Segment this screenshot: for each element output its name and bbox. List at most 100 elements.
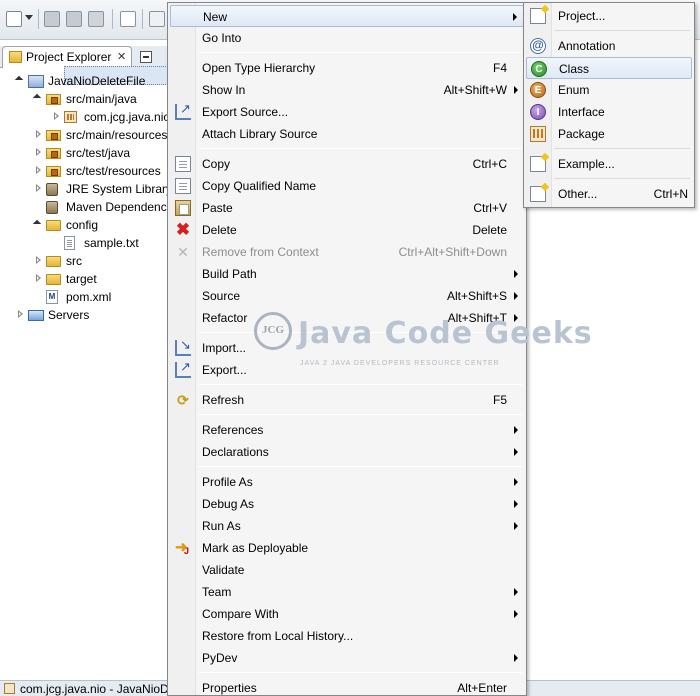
submenu-item-other[interactable]: Other... Ctrl+N bbox=[526, 183, 692, 205]
menu-item-source[interactable]: Source Alt+Shift+S bbox=[170, 285, 524, 307]
menu-item-import[interactable]: Import... bbox=[170, 337, 524, 359]
menu-item-open-type-hierarchy[interactable]: Open Type Hierarchy F4 bbox=[170, 57, 524, 79]
new-wizard-icon[interactable] bbox=[6, 11, 22, 27]
menu-item-show-in[interactable]: Show In Alt+Shift+W bbox=[170, 79, 524, 101]
expand-twistie-icon[interactable] bbox=[34, 130, 43, 139]
interface-icon: I bbox=[530, 104, 546, 120]
submenu-item-enum[interactable]: E Enum bbox=[526, 79, 692, 101]
submenu-arrow-icon bbox=[514, 522, 518, 530]
menu-item-label: Refactor bbox=[202, 311, 248, 325]
tab-label: Project Explorer bbox=[26, 50, 112, 64]
menu-item-label: Export Source... bbox=[202, 105, 289, 119]
submenu-item-package[interactable]: Package bbox=[526, 123, 692, 145]
menu-item-delete[interactable]: ✖ Delete Delete bbox=[170, 219, 524, 241]
menu-item-label: Mark as Deployable bbox=[202, 541, 309, 555]
submenu-item-example[interactable]: Example... bbox=[526, 153, 692, 175]
menu-item-label: Validate bbox=[202, 563, 245, 577]
expand-twistie-icon[interactable] bbox=[34, 148, 43, 157]
menu-item-label: Delete bbox=[202, 223, 237, 237]
expand-twistie-icon[interactable] bbox=[34, 274, 43, 283]
menu-item-copy-qualified-name[interactable]: Copy Qualified Name bbox=[170, 175, 524, 197]
package-icon bbox=[64, 111, 77, 123]
submenu-arrow-icon bbox=[514, 478, 518, 486]
menu-item-label: Team bbox=[202, 585, 232, 599]
toolbar-separator bbox=[112, 9, 113, 29]
collapse-twistie-icon[interactable] bbox=[34, 94, 43, 103]
submenu-arrow-icon bbox=[514, 588, 518, 596]
menu-item-restore-from-local-history[interactable]: Restore from Local History... bbox=[170, 625, 524, 647]
menu-item-shortcut: F4 bbox=[492, 61, 507, 75]
menu-item-run-as[interactable]: Run As bbox=[170, 515, 524, 537]
menu-item-export[interactable]: Export... bbox=[170, 359, 524, 381]
menu-item-refactor[interactable]: Refactor Alt+Shift+T bbox=[170, 307, 524, 329]
submenu-arrow-icon bbox=[514, 654, 518, 662]
save-icon[interactable] bbox=[44, 11, 60, 27]
copy-icon bbox=[175, 156, 191, 172]
menu-item-debug-as[interactable]: Debug As bbox=[170, 493, 524, 515]
tree-item-label: sample.txt bbox=[84, 236, 139, 250]
binary-toggle-icon[interactable] bbox=[120, 11, 136, 27]
expand-twistie-icon[interactable] bbox=[52, 112, 61, 121]
toolbar-separator bbox=[38, 9, 39, 29]
submenu-arrow-icon bbox=[514, 292, 518, 300]
menu-item-label: Project... bbox=[558, 9, 606, 23]
source-folder-icon bbox=[46, 166, 61, 177]
class-icon: C bbox=[531, 61, 547, 77]
package-icon bbox=[530, 126, 546, 142]
menu-separator bbox=[554, 148, 690, 149]
menu-item-refresh[interactable]: ⟳ Refresh F5 bbox=[170, 389, 524, 411]
tab-project-explorer[interactable]: Project Explorer ✕ bbox=[2, 46, 132, 68]
submenu-arrow-icon bbox=[514, 314, 518, 322]
menu-item-compare-with[interactable]: Compare With bbox=[170, 603, 524, 625]
save-all-icon[interactable] bbox=[66, 11, 82, 27]
menu-item-label: PyDev bbox=[202, 651, 238, 665]
library-icon bbox=[46, 201, 58, 214]
collapse-twistie-icon[interactable] bbox=[34, 220, 43, 229]
tree-item-label: target bbox=[66, 272, 97, 286]
expand-twistie-icon[interactable] bbox=[34, 184, 43, 193]
expand-twistie-icon[interactable] bbox=[34, 166, 43, 175]
menu-item-declarations[interactable]: Declarations bbox=[170, 441, 524, 463]
skip-breakpoints-icon[interactable] bbox=[149, 11, 165, 27]
new-dropdown-icon[interactable] bbox=[25, 15, 33, 23]
menu-item-label: Refresh bbox=[202, 393, 245, 407]
expand-twistie-icon[interactable] bbox=[34, 256, 43, 265]
menu-item-export-source[interactable]: Export Source... bbox=[170, 101, 524, 123]
menu-item-team[interactable]: Team bbox=[170, 581, 524, 603]
menu-separator bbox=[554, 30, 690, 31]
menu-item-profile-as[interactable]: Profile As bbox=[170, 471, 524, 493]
menu-item-validate[interactable]: Validate bbox=[170, 559, 524, 581]
tree-item-label: src bbox=[66, 254, 82, 268]
menu-item-mark-as-deployable[interactable]: ➜ Mark as Deployable bbox=[170, 537, 524, 560]
copy-qualified-icon bbox=[175, 178, 191, 194]
menu-item-label: Attach Library Source bbox=[202, 127, 318, 141]
close-icon[interactable]: ✕ bbox=[117, 50, 126, 63]
menu-item-label: Other... bbox=[558, 187, 598, 201]
tree-item-label: src/main/resources bbox=[66, 128, 168, 142]
submenu-item-interface[interactable]: I Interface bbox=[526, 101, 692, 123]
new-project-icon bbox=[530, 8, 546, 24]
submenu-item-annotation[interactable]: @ Annotation bbox=[526, 35, 692, 57]
tree-item-label: Maven Dependencies bbox=[66, 200, 183, 214]
export-source-icon bbox=[175, 101, 191, 120]
menu-item-new[interactable]: New bbox=[170, 5, 524, 27]
menu-item-go-into[interactable]: Go Into bbox=[170, 27, 524, 49]
expand-twistie-icon[interactable] bbox=[16, 310, 25, 319]
servers-folder-icon bbox=[28, 310, 44, 321]
menu-item-label: Properties bbox=[202, 681, 257, 695]
menu-item-paste[interactable]: Paste Ctrl+V bbox=[170, 197, 524, 219]
menu-item-copy[interactable]: Copy Ctrl+C bbox=[170, 153, 524, 175]
tree-item-label: src/main/java bbox=[66, 92, 137, 106]
menu-item-pydev[interactable]: PyDev bbox=[170, 647, 524, 669]
submenu-item-class[interactable]: C Class bbox=[526, 57, 692, 79]
print-icon[interactable] bbox=[88, 11, 104, 27]
menu-item-build-path[interactable]: Build Path bbox=[170, 263, 524, 285]
menu-item-references[interactable]: References bbox=[170, 419, 524, 441]
submenu-item-project[interactable]: Project... bbox=[526, 5, 692, 27]
menu-item-attach-library-source[interactable]: Attach Library Source bbox=[170, 123, 524, 145]
menu-separator bbox=[198, 52, 522, 53]
menu-item-properties[interactable]: Properties Alt+Enter bbox=[170, 677, 524, 696]
minimize-icon[interactable] bbox=[140, 51, 152, 63]
collapse-twistie-icon[interactable] bbox=[16, 76, 25, 85]
project-explorer-view: Project Explorer ✕ JavaNioDeleteFile src/… bbox=[0, 40, 182, 680]
